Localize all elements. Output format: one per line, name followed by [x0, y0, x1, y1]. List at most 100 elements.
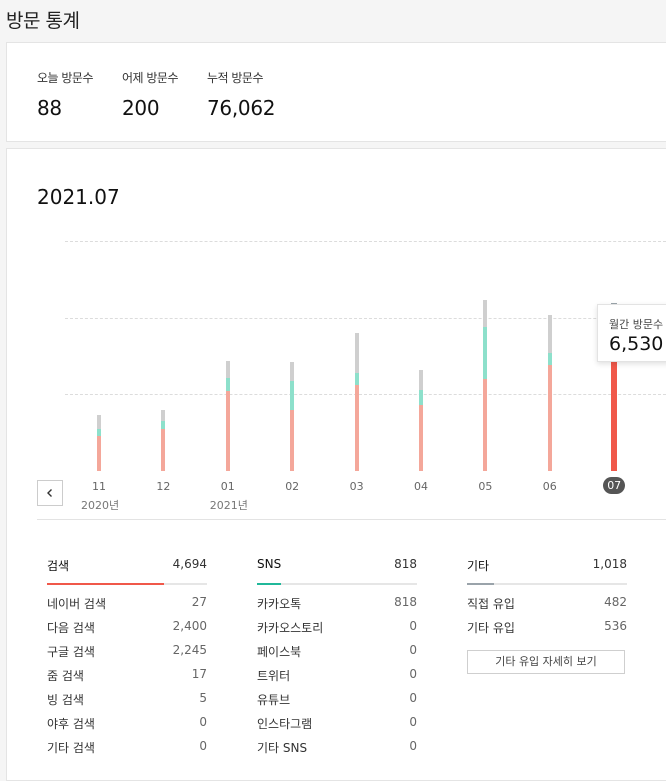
- bar-06[interactable]: [547, 314, 552, 471]
- bar-12[interactable]: [161, 409, 166, 471]
- bar-01[interactable]: [225, 360, 230, 471]
- category-ratio-fill: [467, 583, 495, 585]
- x-tick-label[interactable]: 01: [213, 480, 243, 493]
- bar-segment: [225, 360, 230, 379]
- referrer-row: 페이스북 0: [257, 639, 417, 663]
- referrer-column-0: 검색 4,694 네이버 검색 27 다음 검색 2,400 구글 검색 2,245 줌 검색 1…: [47, 557, 207, 759]
- bar-04[interactable]: [419, 370, 423, 471]
- bar-03[interactable]: [354, 333, 359, 471]
- referrer-column-header[interactable]: 검색 4,694: [47, 557, 207, 585]
- x-tick-label[interactable]: 02: [277, 480, 307, 493]
- referrer-count: 17: [191, 667, 207, 681]
- bar-segment: [290, 361, 295, 381]
- bar-segment: [161, 409, 166, 422]
- tooltip-label: 월간 방문수: [609, 318, 664, 331]
- referrer-column-1: SNS 818 카카오톡 818 카카오스토리 0 페이스북 0 트위터 0 유튜브 0 인스타그램 0 기…: [257, 557, 417, 759]
- prev-period-button[interactable]: [37, 480, 63, 506]
- referrer-column-header[interactable]: 기타 1,018: [467, 557, 627, 585]
- bar-05[interactable]: [483, 300, 488, 471]
- bar-segment: [419, 370, 423, 390]
- referrer-row: 다음 검색 2,400: [47, 615, 207, 639]
- year-label: 2020년: [81, 499, 120, 512]
- bar-segment: [290, 409, 295, 471]
- referrer-count: 0: [409, 667, 417, 681]
- bar-11[interactable]: [97, 415, 101, 471]
- yesterday-visits-value: 200: [122, 96, 160, 120]
- referrer-label: 카카오톡: [257, 597, 302, 611]
- bar-segment: [161, 421, 166, 429]
- bar-segment: [225, 378, 230, 392]
- referrer-label: 네이버 검색: [47, 597, 107, 611]
- referrer-row: 인스타그램 0: [257, 711, 417, 735]
- today-visits-value: 88: [37, 96, 62, 120]
- category-total: 1,018: [592, 557, 627, 571]
- other-referrer-detail-button[interactable]: 기타 유입 자세히 보기: [467, 650, 625, 674]
- gridline: [65, 394, 666, 395]
- referrer-row: 구글 검색 2,245: [47, 639, 207, 663]
- referrer-count: 2,245: [172, 643, 207, 657]
- referrer-count: 0: [199, 715, 207, 729]
- today-visits: 오늘 방문수 88: [37, 69, 94, 120]
- referrer-label: 트위터: [257, 669, 291, 683]
- category-total: 818: [394, 557, 417, 571]
- referrer-count: 0: [409, 739, 417, 753]
- referrer-row: 기타 SNS 0: [257, 735, 417, 759]
- referrer-label: 인스타그램: [257, 717, 313, 731]
- total-visits-value: 76,062: [207, 96, 276, 120]
- total-visits-label: 누적 방문수: [207, 71, 264, 85]
- x-tick-label[interactable]: 11: [84, 480, 114, 493]
- referrer-row: 카카오스토리 0: [257, 615, 417, 639]
- referrer-label: 기타 검색: [47, 741, 95, 755]
- x-tick-label[interactable]: 05: [470, 480, 500, 493]
- referrer-column-2: 기타 1,018 직접 유입 482 기타 유입 536 기타 유입 자세히 보기: [467, 557, 627, 674]
- page-title: 방문 통계: [6, 10, 80, 32]
- referrer-row: 카카오톡 818: [257, 591, 417, 615]
- referrer-row: 줌 검색 17: [47, 663, 207, 687]
- chevron-left-icon: [47, 489, 52, 497]
- bar-segment: [547, 314, 552, 354]
- total-visits: 누적 방문수 76,062: [207, 69, 275, 120]
- referrer-label: 다음 검색: [47, 621, 95, 635]
- referrer-count: 0: [409, 715, 417, 729]
- section-divider: [37, 519, 666, 520]
- referrer-count: 0: [409, 643, 417, 657]
- referrer-count: 2,400: [172, 619, 207, 633]
- referrer-label: 야후 검색: [47, 717, 95, 731]
- bar-segment: [483, 300, 488, 328]
- category-name: SNS: [257, 557, 282, 571]
- gridline: [65, 318, 666, 319]
- summary-card: 오늘 방문수 88 어제 방문수 200 누적 방문수 76,062: [6, 42, 666, 142]
- category-ratio-bar: [467, 583, 627, 585]
- referrer-label: 페이스북: [257, 645, 302, 659]
- yesterday-visits: 어제 방문수 200: [122, 69, 179, 120]
- bar-segment: [225, 391, 230, 471]
- bar-segment: [97, 415, 101, 429]
- bar-segment: [483, 327, 488, 379]
- category-ratio-fill: [257, 583, 281, 585]
- referrer-count: 0: [199, 739, 207, 753]
- referrer-count: 0: [409, 619, 417, 633]
- referrer-label: 기타 유입: [467, 621, 515, 635]
- category-total: 4,694: [172, 557, 207, 571]
- x-tick-label[interactable]: 03: [342, 480, 372, 493]
- stats-card: 2021.07 11 12 01 02 03 04 05 06 07 2020년 2021년 월간 …: [6, 148, 666, 781]
- bar-segment: [419, 389, 423, 405]
- referrer-row: 트위터 0: [257, 663, 417, 687]
- referrer-count: 818: [394, 595, 417, 609]
- bar-segment: [483, 378, 488, 471]
- x-tick-label[interactable]: 12: [148, 480, 178, 493]
- referrer-count: 27: [191, 595, 207, 609]
- referrer-count: 482: [604, 595, 627, 609]
- referrer-row: 기타 유입 536: [467, 615, 627, 639]
- bar-segment: [97, 435, 101, 471]
- category-ratio-bar: [47, 583, 207, 585]
- bar-02[interactable]: [290, 361, 295, 471]
- bar-segment: [354, 373, 359, 385]
- referrer-column-header[interactable]: SNS 818: [257, 557, 417, 585]
- x-tick-label[interactable]: 04: [406, 480, 436, 493]
- bar-segment: [611, 348, 618, 471]
- bar-segment: [97, 428, 101, 436]
- bar-segment: [354, 333, 359, 374]
- monthly-visits-tooltip: 월간 방문수 6,530: [597, 304, 666, 362]
- x-tick-label[interactable]: 06: [535, 480, 565, 493]
